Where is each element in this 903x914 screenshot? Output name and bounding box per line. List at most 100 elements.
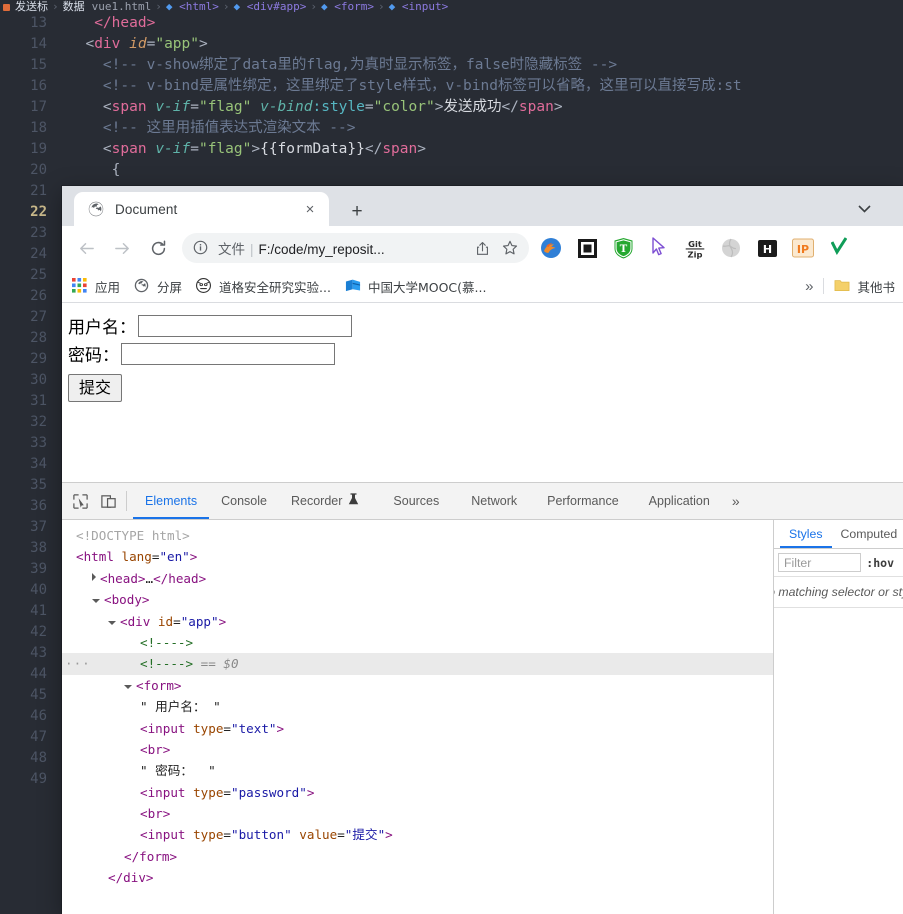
dom-node-text: <head>: [100, 570, 146, 586]
dom-node[interactable]: " 用户名： ": [62, 696, 773, 717]
expand-arrow-down-icon[interactable]: [124, 684, 132, 689]
dom-node[interactable]: <!---->: [62, 632, 773, 653]
tab-recorder[interactable]: Recorder: [279, 483, 371, 519]
tab-label: Sources: [393, 494, 440, 508]
expand-arrow-right-icon[interactable]: [92, 572, 96, 581]
username-input[interactable]: [138, 314, 352, 337]
new-tab-button[interactable]: +: [343, 198, 371, 226]
expand-arrow-down-icon[interactable]: [108, 620, 116, 625]
dom-node[interactable]: </div>: [62, 867, 773, 888]
tab-application[interactable]: Application: [631, 483, 722, 519]
grey-globe-icon[interactable]: [718, 235, 744, 261]
dom-node-text: "app": [180, 613, 219, 629]
firefox-colored-icon[interactable]: [538, 235, 564, 261]
tab-label: Computed: [840, 527, 898, 541]
node-menu-icon[interactable]: ···: [65, 653, 91, 674]
share-icon[interactable]: [469, 235, 495, 261]
address-bar[interactable]: 文件 | F:/code/my_reposit...: [182, 233, 529, 263]
dom-node[interactable]: " 密码： ": [62, 760, 773, 781]
bookmark-icourse163[interactable]: 中国大学MOOC(慕...: [345, 277, 486, 296]
line-number-27: 27: [30, 309, 47, 325]
inspect-cursor-icon[interactable]: [66, 483, 94, 519]
address-bar-scheme: 文件: [218, 242, 245, 257]
dom-node[interactable]: <input type="password">: [62, 782, 773, 803]
breadcrumb-crumb-5[interactable]: <form>: [334, 0, 374, 13]
password-label: 密码：: [68, 346, 119, 366]
green-shield-t-icon[interactable]: T: [610, 235, 636, 261]
black-h-icon[interactable]: H: [754, 235, 780, 261]
styles-filter-input[interactable]: Filter: [778, 553, 862, 572]
browser-tab[interactable]: Document ×: [74, 192, 329, 226]
line-number-28: 28: [30, 330, 47, 346]
bookmark-other[interactable]: 其他书: [834, 277, 895, 296]
extensions-row: T Git Zip H IP: [533, 235, 895, 261]
dom-node[interactable]: <html lang="en">: [62, 546, 773, 567]
dom-node[interactable]: <br>: [62, 739, 773, 760]
breadcrumb-crumb-0[interactable]: 发送标: [15, 0, 48, 13]
dom-node-text: =: [337, 827, 345, 843]
dom-node[interactable]: </form>: [62, 846, 773, 867]
forward-button[interactable]: [106, 232, 138, 264]
tab-sources[interactable]: Sources: [371, 483, 451, 519]
dom-node[interactable]: <form>: [62, 675, 773, 696]
line-number-26: 26: [30, 288, 47, 304]
dom-node-text: <form>: [136, 677, 182, 693]
dom-node-text: <input: [140, 827, 194, 843]
green-check-icon[interactable]: [826, 235, 852, 261]
line-number-32: 32: [30, 414, 47, 430]
code-line-14: <div id="app">: [85, 36, 208, 52]
bookmark-split-screen[interactable]: 分屏: [134, 277, 182, 296]
dom-node-text: "password": [231, 784, 307, 800]
dom-node[interactable]: <body>: [62, 589, 773, 610]
dom-node[interactable]: <input type="button" value="提交">: [62, 824, 773, 845]
devtools-toolbar: Elements Console Recorder Sources Networ…: [62, 483, 903, 520]
close-icon[interactable]: ×: [299, 198, 321, 220]
bookmarks-overflow-button[interactable]: »: [795, 278, 823, 295]
ip-badge-icon[interactable]: IP: [790, 235, 816, 261]
dom-node-selected[interactable]: ··· <!----> == $0: [62, 653, 773, 675]
back-button[interactable]: [70, 232, 102, 264]
dom-node-text: "text": [231, 720, 277, 736]
code-line-15: <!-- v-show绑定了data里的flag,为真时显示标签，false时隐…: [102, 57, 618, 73]
submit-button[interactable]: 提交: [68, 374, 123, 402]
tab-elements[interactable]: Elements: [133, 483, 210, 519]
line-number-41: 41: [30, 603, 47, 619]
device-toolbar-icon[interactable]: [94, 483, 122, 519]
breadcrumb-crumb-2[interactable]: <html>: [179, 0, 219, 13]
username-row: 用户名：: [68, 313, 903, 338]
devtools-more-tabs-button[interactable]: »: [722, 483, 750, 519]
breadcrumb-marker: [3, 4, 10, 11]
tab-performance[interactable]: Performance: [529, 483, 631, 519]
black-square-icon[interactable]: [574, 235, 600, 261]
dom-node-text: =: [223, 784, 232, 800]
dom-node[interactable]: <!DOCTYPE html>: [62, 525, 773, 546]
chevron-down-icon[interactable]: [851, 198, 877, 220]
dom-node[interactable]: <div id="app">: [62, 611, 773, 632]
tab-label: Console: [221, 494, 267, 508]
page-viewport: 用户名： 密码： 提交: [62, 303, 903, 482]
tab-network[interactable]: Network: [451, 483, 529, 519]
password-input[interactable]: [121, 342, 335, 365]
breadcrumb-crumb-4[interactable]: <div#app>: [247, 0, 307, 13]
expand-arrow-down-icon[interactable]: [92, 599, 100, 604]
dom-node[interactable]: <input type="text">: [62, 718, 773, 739]
tab-console[interactable]: Console: [209, 483, 279, 519]
bookmark-doge-security[interactable]: 道格安全研究实验...: [196, 277, 331, 296]
breadcrumb-crumb-1[interactable]: 数据: [63, 0, 85, 13]
editor-breadcrumb[interactable]: 发送标 › 数据 vue1.html › ◆ <html> › ◆ <div#app> › ◆ <…: [0, 0, 903, 13]
purple-cursor-icon[interactable]: [646, 235, 672, 261]
info-circle-icon[interactable]: [192, 239, 210, 257]
dom-node[interactable]: <br>: [62, 803, 773, 824]
gitzip-icon[interactable]: Git Zip: [682, 235, 708, 261]
reload-button[interactable]: [142, 232, 174, 264]
pseudo-state-button[interactable]: :hov: [861, 556, 899, 570]
styles-sidebar: Styles Computed Filter :hov No matching …: [773, 520, 903, 914]
tab-computed[interactable]: Computed: [832, 520, 903, 548]
line-number-29: 29: [30, 351, 47, 367]
dom-node[interactable]: <head>…</head>: [62, 568, 773, 589]
bookmark-apps[interactable]: 应用: [72, 277, 120, 296]
breadcrumb-crumb-6[interactable]: <input>: [402, 0, 448, 13]
dom-tree[interactable]: <!DOCTYPE html> <html lang="en"> <head>…</…: [62, 520, 773, 914]
tab-styles[interactable]: Styles: [780, 520, 832, 548]
star-icon[interactable]: [497, 235, 523, 261]
